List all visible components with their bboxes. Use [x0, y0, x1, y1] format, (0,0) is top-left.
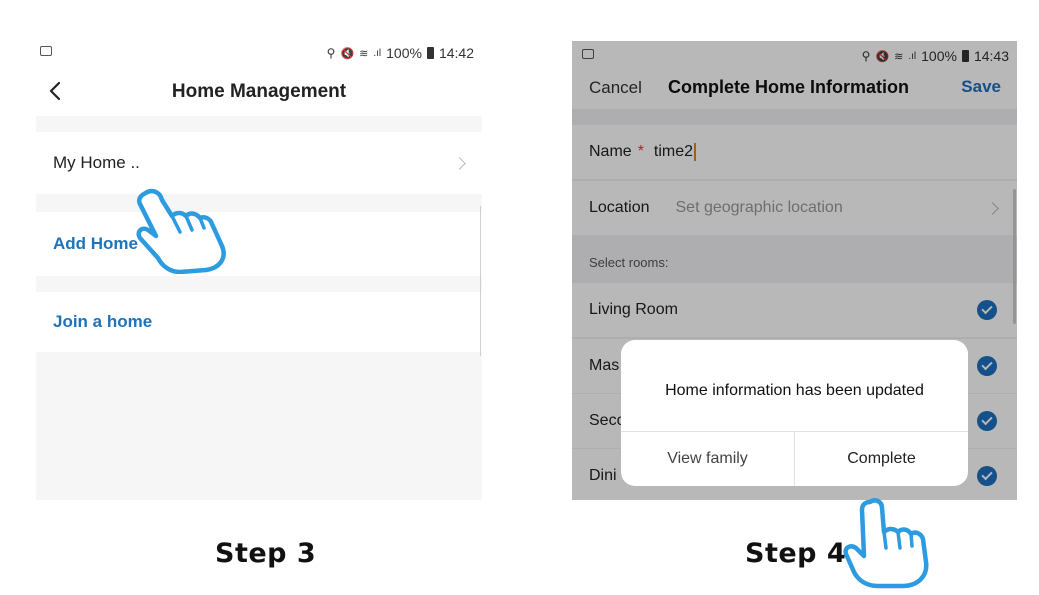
complete-button[interactable]: Complete: [795, 432, 968, 486]
add-home-button[interactable]: Add Home: [36, 212, 482, 276]
home-name: My Home ..: [53, 153, 140, 172]
scrollbar: [480, 206, 481, 356]
wifi-icon: ≋: [359, 47, 369, 60]
step4-screen: ⚲ 🔇 ≋ .ıl 100% 14:43 Cancel Complete Hom…: [572, 41, 1017, 500]
hand-pointer-icon: [843, 498, 929, 589]
confirmation-dialog: Home information has been updated View f…: [621, 340, 968, 486]
nav-bar: Home Management: [36, 66, 482, 116]
step3-screen: ⚲ 🔇 ≋ .ıl 100% 14:42 Home Management My …: [36, 38, 482, 500]
status-time: 14:42: [438, 45, 474, 61]
join-home-button[interactable]: Join a home: [36, 292, 482, 352]
mute-icon: 🔇: [340, 47, 355, 60]
step4-caption: Step 4: [745, 538, 847, 569]
join-home-label: Join a home: [53, 312, 153, 331]
image-icon: [40, 46, 52, 56]
signal-icon: .ıl: [373, 47, 382, 59]
dialog-message: Home information has been updated: [665, 382, 924, 399]
step3-caption: Step 3: [215, 538, 317, 569]
status-bar: ⚲ 🔇 ≋ .ıl 100% 14:42: [36, 38, 482, 66]
view-family-button[interactable]: View family: [621, 432, 794, 486]
hand-pointer-icon: [136, 188, 226, 274]
home-list-item[interactable]: My Home ..: [36, 132, 482, 194]
chevron-right-icon: [453, 157, 466, 170]
battery-icon: [426, 47, 434, 59]
location-icon: ⚲: [326, 46, 336, 60]
status-icons: ⚲ 🔇 ≋ .ıl 100% 14:42: [327, 45, 474, 61]
battery-percent: 100%: [386, 45, 422, 61]
page-title: Home Management: [171, 81, 347, 102]
add-home-label: Add Home: [53, 234, 138, 253]
